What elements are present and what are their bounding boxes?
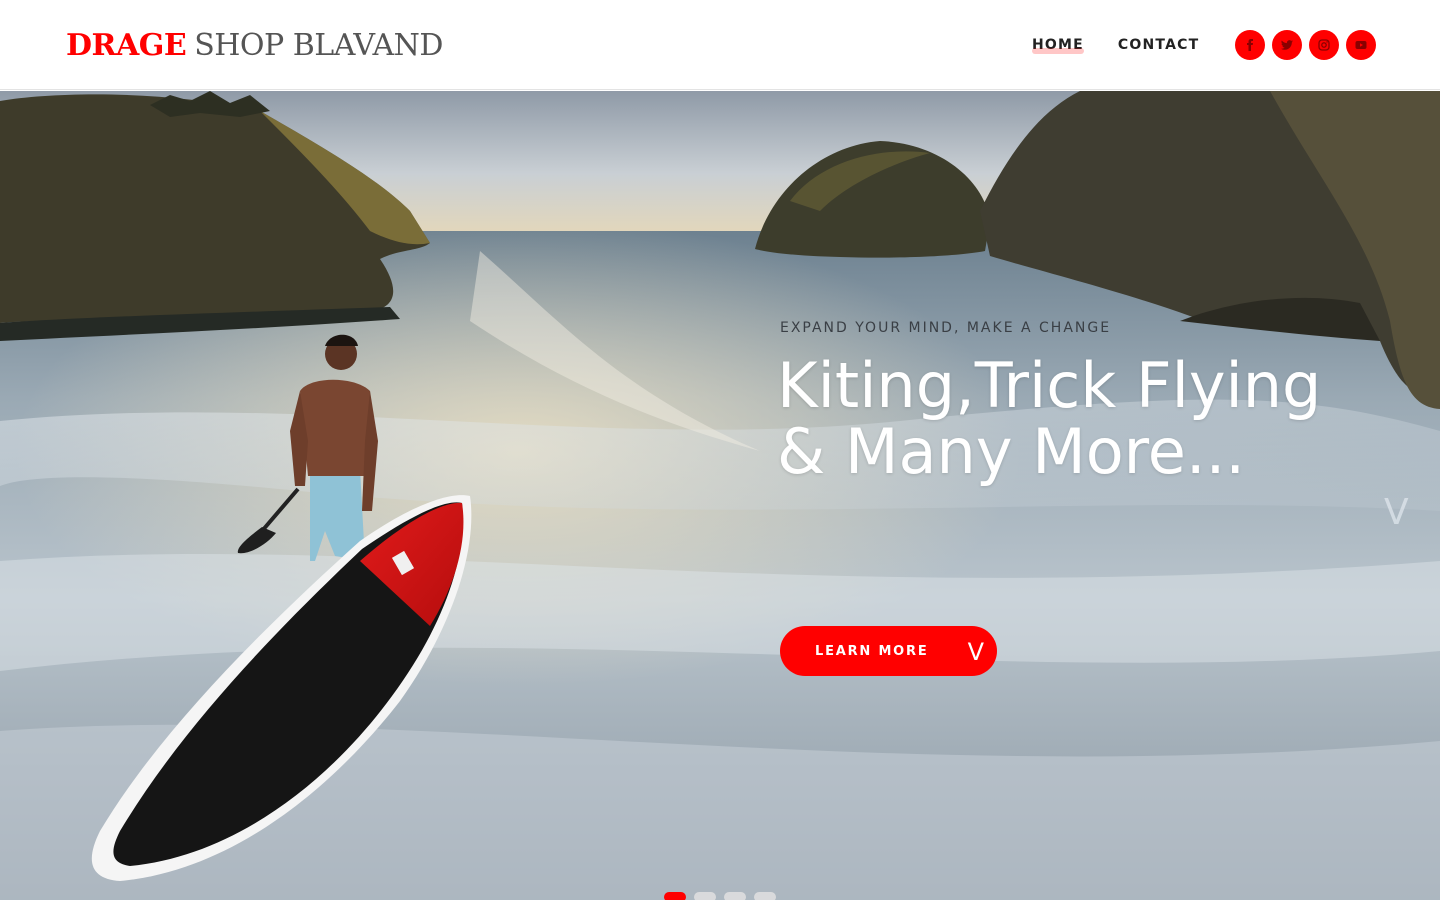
hero-title-line-1: Kiting,Trick Flying (777, 349, 1322, 422)
slider-dot-3[interactable] (724, 892, 746, 900)
chevron-down-icon: V (967, 638, 984, 666)
instagram-icon[interactable] (1309, 30, 1339, 60)
site-logo[interactable]: DRAGE SHOP BLAVAND (66, 26, 443, 66)
learn-more-label: LEARN MORE (815, 643, 929, 659)
next-slide-arrow-icon[interactable]: V (1384, 493, 1409, 533)
logo-strong-text: DRAGE (66, 28, 187, 63)
main-nav: HOME CONTACT (1032, 34, 1199, 56)
slider-dot-4[interactable] (754, 892, 776, 900)
slider-pagination (664, 892, 776, 900)
facebook-icon[interactable] (1235, 30, 1265, 60)
nav-home-link[interactable]: HOME (1032, 34, 1084, 56)
site-header: DRAGE SHOP BLAVAND HOME CONTACT (0, 0, 1440, 90)
hero-subtitle: EXPAND YOUR MIND, MAKE A CHANGE (780, 320, 1112, 336)
learn-more-button[interactable]: LEARN MORE V (780, 626, 997, 676)
hero-slider: EXPAND YOUR MIND, MAKE A CHANGE Kiting,T… (0, 91, 1440, 900)
hero-background-image (0, 91, 1440, 900)
slider-dot-1[interactable] (664, 892, 686, 900)
twitter-icon[interactable] (1272, 30, 1302, 60)
hero-title: Kiting,Trick Flying & Many More... (777, 353, 1417, 485)
logo-light-text: SHOP BLAVAND (194, 28, 443, 63)
youtube-icon[interactable] (1346, 30, 1376, 60)
hero-title-line-2: & Many More... (777, 415, 1246, 488)
social-links (1235, 30, 1376, 60)
slider-dot-2[interactable] (694, 892, 716, 900)
nav-contact-link[interactable]: CONTACT (1118, 34, 1199, 56)
